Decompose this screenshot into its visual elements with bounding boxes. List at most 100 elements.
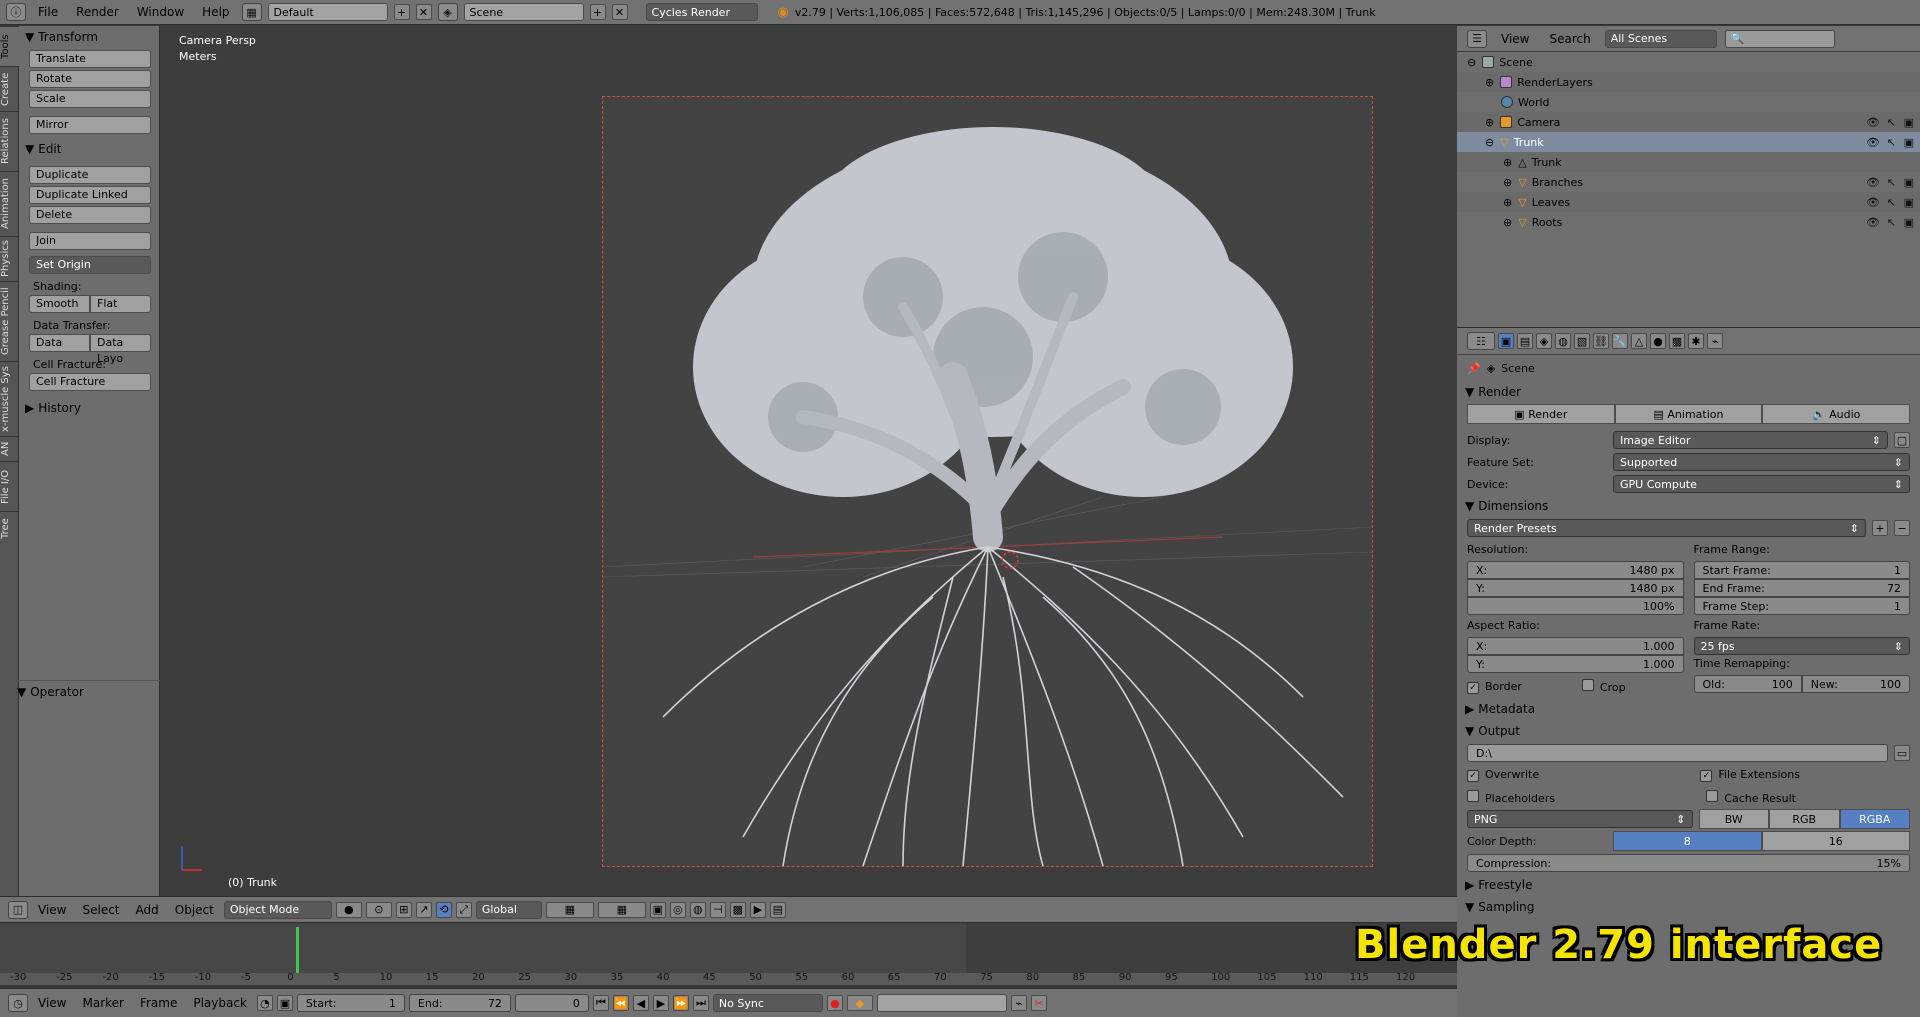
audio-button[interactable]: 🔈 Audio <box>1762 404 1911 424</box>
delete-button[interactable]: Delete <box>29 206 151 224</box>
record-icon[interactable]: ● <box>826 995 843 1011</box>
tl-menu-frame[interactable]: Frame <box>134 996 183 1010</box>
camera-icon[interactable]: ▶ <box>749 901 766 918</box>
remove-layout-icon[interactable]: ✕ <box>415 4 432 20</box>
menu-window[interactable]: Window <box>131 5 190 19</box>
material-tab-icon[interactable]: ● <box>1650 333 1666 349</box>
ol-menu-search[interactable]: Search <box>1543 32 1596 46</box>
keying-icon[interactable]: ◆ <box>846 995 873 1011</box>
render-engine-select[interactable]: Cycles Render <box>645 3 758 21</box>
time-old-field[interactable]: Old: 100 <box>1693 675 1802 693</box>
placeholders-checkbox[interactable]: Placeholders <box>1467 789 1555 805</box>
device-select[interactable]: GPU Compute ⇕ <box>1613 475 1910 493</box>
mode-select[interactable]: Object Mode <box>223 900 332 919</box>
outliner-row-leaves[interactable]: ⊕ ▽ Leaves 👁 ↖ ▣ <box>1457 192 1920 212</box>
delete-key-icon[interactable]: ✂ <box>1030 995 1047 1011</box>
border-checkbox[interactable]: ✓ Border <box>1467 680 1522 694</box>
tab-grease-pencil[interactable]: Grease Pencil <box>0 281 19 361</box>
animation-button[interactable]: ▤ Animation <box>1614 404 1763 424</box>
visibility-eye-icon[interactable]: 👁 <box>1866 196 1880 209</box>
scale-button[interactable]: Scale <box>29 90 151 108</box>
insert-key-icon[interactable]: ⌁ <box>1010 995 1027 1011</box>
file-format-select[interactable]: PNG ⇕ <box>1467 810 1693 828</box>
info-editor-icon[interactable]: ⓘ <box>6 3 26 21</box>
render-tab-icon[interactable]: ▣ <box>1498 333 1514 349</box>
outliner-row-renderlayers[interactable]: ⊕ RenderLayers <box>1457 72 1920 92</box>
tab-relations[interactable]: Relations <box>0 111 19 171</box>
tab-an[interactable]: AN <box>0 436 19 461</box>
render-layers-tab-icon[interactable]: ▤ <box>1517 333 1533 349</box>
shading-mode-icon[interactable]: ● <box>335 901 362 918</box>
current-frame-field[interactable]: 0 <box>514 994 589 1012</box>
vp-menu-object[interactable]: Object <box>169 903 220 917</box>
folder-icon[interactable]: ▭ <box>1894 745 1910 761</box>
manipulator-toggle-icon[interactable]: ⊞ <box>395 901 412 918</box>
3d-viewport[interactable]: Camera Persp Meters (0) Trunk <box>160 26 1457 896</box>
ol-menu-view[interactable]: View <box>1495 32 1535 46</box>
render-presets-select[interactable]: Render Presets ⇕ <box>1467 519 1866 537</box>
current-frame-marker[interactable] <box>296 927 299 973</box>
menu-render[interactable]: Render <box>70 5 125 19</box>
data-button[interactable]: Data <box>29 334 90 352</box>
bw-toggle[interactable]: BW <box>1698 809 1769 829</box>
select-arrow-icon[interactable]: ↖ <box>1887 216 1896 229</box>
select-arrow-icon[interactable]: ↖ <box>1887 116 1896 129</box>
aspect-x-field[interactable]: X: 1.000 <box>1467 637 1684 655</box>
display-mode-select[interactable]: All Scenes <box>1604 29 1717 48</box>
rgba-toggle[interactable]: RGBA <box>1839 809 1910 829</box>
next-key-icon[interactable]: ⏩ <box>672 995 689 1011</box>
world-tab-icon[interactable]: ◍ <box>1555 333 1571 349</box>
expand-icon[interactable]: ⊕ <box>1485 116 1494 129</box>
vp-menu-select[interactable]: Select <box>76 903 125 917</box>
keying-set-field[interactable] <box>876 994 1007 1012</box>
expand-icon[interactable]: ⊕ <box>1503 156 1512 169</box>
metadata-panel-header[interactable]: ▶ Metadata <box>1457 698 1920 720</box>
constraints-tab-icon[interactable]: ⛓ <box>1593 333 1609 349</box>
frame-step-field[interactable]: Frame Step: 1 <box>1693 597 1910 615</box>
output-panel-header[interactable]: ▼ Output <box>1457 720 1920 742</box>
timeline-editor-icon[interactable]: ◷ <box>8 994 28 1012</box>
texture-tab-icon[interactable]: ▩ <box>1669 333 1685 349</box>
depth-16-toggle[interactable]: 16 <box>1761 831 1910 851</box>
editor-type-icon[interactable]: ◫ <box>8 900 28 919</box>
select-arrow-icon[interactable]: ↖ <box>1887 176 1896 189</box>
tl-menu-view[interactable]: View <box>32 996 72 1010</box>
frame-rate-select[interactable]: 25 fps ⇕ <box>1693 637 1910 655</box>
sampling-panel-header[interactable]: ▼ Sampling <box>1457 896 1920 918</box>
join-button[interactable]: Join <box>29 232 151 250</box>
expand-icon[interactable]: ⊕ <box>1503 196 1512 209</box>
outliner-row-scene[interactable]: ⊖ Scene <box>1457 52 1920 72</box>
visibility-eye-icon[interactable]: 👁 <box>1866 176 1880 189</box>
screen-layout-field[interactable]: Default <box>267 3 388 21</box>
output-path-input[interactable]: D:\ <box>1467 744 1888 762</box>
history-panel-header[interactable]: ▶ History <box>19 397 159 419</box>
menu-help[interactable]: Help <box>196 5 235 19</box>
scene-field[interactable]: Scene <box>463 3 584 21</box>
render-camera-icon[interactable]: ▣ <box>1904 116 1914 129</box>
rotate-manipulator-icon[interactable]: ⟲ <box>435 901 452 918</box>
film-icon[interactable]: ▤ <box>769 901 786 918</box>
dimensions-panel-header[interactable]: ▼ Dimensions <box>1457 495 1920 517</box>
render-camera-icon[interactable]: ▣ <box>1904 196 1914 209</box>
sync-select[interactable]: No Sync <box>712 994 823 1012</box>
tl-menu-marker[interactable]: Marker <box>76 996 129 1010</box>
pivot-point-icon[interactable]: ⊙ <box>365 901 392 918</box>
visibility-eye-icon[interactable]: 👁 <box>1866 116 1880 129</box>
visibility-eye-icon[interactable]: 👁 <box>1866 136 1880 149</box>
scene-tab-icon[interactable]: ◈ <box>1536 333 1552 349</box>
cell-fracture-button[interactable]: Cell Fracture <box>29 373 151 391</box>
scale-manipulator-icon[interactable]: ⤢ <box>455 901 472 918</box>
outliner-row-roots[interactable]: ⊕ ▽ Roots 👁 ↖ ▣ <box>1457 212 1920 232</box>
operator-panel-header[interactable]: ▼ Operator <box>11 680 160 703</box>
particles-tab-icon[interactable]: ✱ <box>1688 333 1704 349</box>
select-arrow-icon[interactable]: ↖ <box>1887 196 1896 209</box>
preview-range-icon[interactable]: ◔ <box>256 995 273 1011</box>
smooth-button[interactable]: Smooth <box>29 295 90 313</box>
lock-icon[interactable]: ▣ <box>649 901 666 918</box>
render-camera-icon[interactable]: ▣ <box>1904 216 1914 229</box>
display-select[interactable]: Image Editor ⇕ <box>1613 431 1888 449</box>
lock-interface-icon[interactable]: ▢ <box>1894 432 1910 448</box>
add-layout-icon[interactable]: + <box>393 4 410 20</box>
remove-scene-icon[interactable]: ✕ <box>611 4 628 20</box>
vp-menu-view[interactable]: View <box>32 903 72 917</box>
